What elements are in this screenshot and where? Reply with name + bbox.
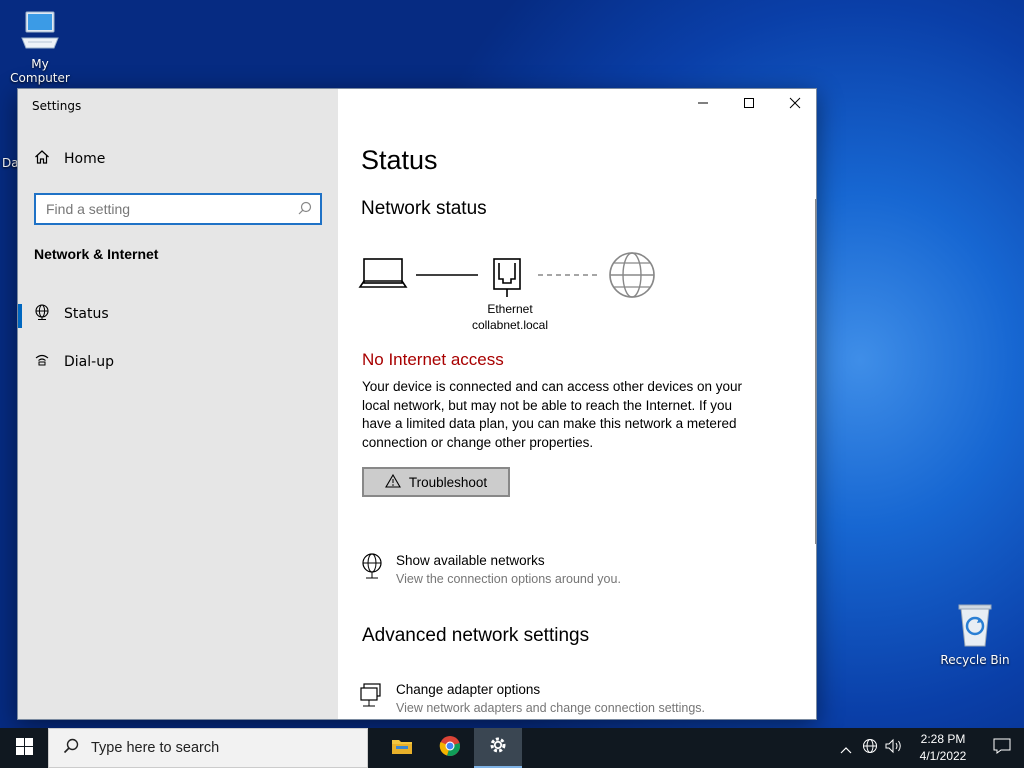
warning-icon bbox=[384, 473, 401, 491]
internet-globe-icon bbox=[609, 252, 655, 298]
volume-tray-button[interactable] bbox=[882, 728, 906, 768]
network-tray-button[interactable] bbox=[858, 728, 882, 768]
chevron-up-icon bbox=[840, 739, 852, 758]
ethernet-icon bbox=[493, 258, 521, 297]
sidebar: Settings Home Network & Internet Status bbox=[18, 89, 338, 719]
network-name: collabnet.local bbox=[471, 318, 549, 332]
settings-window: Settings Home Network & Internet Status bbox=[17, 88, 817, 720]
windows-logo-icon bbox=[15, 737, 33, 759]
recycle-bin-icon bbox=[953, 604, 997, 651]
settings-icon bbox=[488, 735, 508, 759]
taskbar-settings[interactable] bbox=[474, 728, 522, 768]
dialup-icon bbox=[34, 352, 50, 372]
content-scrollbar[interactable] bbox=[815, 199, 816, 544]
status-description: Your device is connected and can access … bbox=[362, 379, 742, 450]
globe-icon bbox=[34, 304, 50, 324]
close-icon bbox=[789, 97, 801, 113]
taskbar-file-explorer[interactable] bbox=[378, 728, 426, 768]
link-subtitle: View network adapters and change connect… bbox=[396, 701, 705, 715]
laptop-icon bbox=[358, 258, 408, 288]
action-center-button[interactable] bbox=[980, 728, 1024, 768]
desktop-icon-label: Recycle Bin bbox=[940, 653, 1010, 667]
search-icon bbox=[63, 738, 79, 758]
desktop-icon-recycle-bin[interactable]: Recycle Bin bbox=[935, 602, 1015, 667]
search-input[interactable] bbox=[46, 201, 298, 217]
desktop-icon-label: My Computer bbox=[10, 57, 70, 85]
system-tray: 2:28 PM 4/1/2022 bbox=[834, 728, 1024, 768]
home-icon bbox=[34, 149, 50, 169]
window-title: Settings bbox=[32, 99, 82, 113]
link-subtitle: View the connection options around you. bbox=[396, 572, 621, 586]
link-title: Change adapter options bbox=[396, 682, 541, 697]
adapter-icon bbox=[360, 682, 384, 715]
network-globe-icon bbox=[862, 738, 878, 758]
sidebar-item-label: Status bbox=[64, 306, 109, 322]
maximize-icon bbox=[743, 97, 755, 113]
page-title: Status bbox=[361, 145, 438, 175]
link-title: Show available networks bbox=[396, 553, 545, 568]
connection-alert: No Internet access bbox=[362, 350, 504, 369]
advanced-settings-heading: Advanced network settings bbox=[362, 625, 590, 646]
taskbar-chrome[interactable] bbox=[426, 728, 474, 768]
show-hidden-icons-button[interactable] bbox=[834, 728, 858, 768]
sidebar-item-label: Dial-up bbox=[64, 354, 114, 370]
taskbar: Type here to search 2:28 PM 4/1/2022 bbox=[0, 728, 1024, 768]
adapter-name: Ethernet bbox=[487, 302, 533, 316]
maximize-button[interactable] bbox=[726, 89, 772, 121]
clock-time: 2:28 PM bbox=[920, 732, 966, 746]
close-button[interactable] bbox=[772, 89, 816, 121]
section-title: Network & Internet bbox=[34, 246, 159, 262]
file-explorer-icon bbox=[391, 737, 413, 759]
sidebar-item-status[interactable]: Status bbox=[18, 294, 338, 334]
sidebar-item-dial-up[interactable]: Dial-up bbox=[18, 342, 338, 382]
clock-date: 4/1/2022 bbox=[919, 749, 967, 763]
speaker-icon bbox=[885, 738, 903, 758]
change-adapter-options-link[interactable]: Change adapter options View network adap… bbox=[360, 682, 705, 715]
adapter-label: Ethernet collabnet.local bbox=[460, 301, 560, 333]
content-pane: Status Network status Ethernet collabnet… bbox=[338, 89, 816, 719]
notification-icon bbox=[993, 738, 1011, 758]
desktop-icon-my-computer[interactable]: My Computer bbox=[0, 8, 80, 85]
taskbar-search-box[interactable]: Type here to search bbox=[48, 728, 368, 768]
minimize-icon bbox=[697, 97, 709, 113]
chrome-icon bbox=[439, 735, 461, 761]
show-available-networks-link[interactable]: Show available networks View the connect… bbox=[360, 553, 621, 586]
taskbar-search-placeholder: Type here to search bbox=[91, 740, 220, 756]
search-icon bbox=[298, 200, 312, 219]
start-button[interactable] bbox=[0, 728, 48, 768]
settings-search-box[interactable] bbox=[34, 193, 322, 225]
taskbar-clock[interactable]: 2:28 PM 4/1/2022 bbox=[906, 731, 980, 765]
network-globe-icon bbox=[360, 553, 384, 586]
computer-icon bbox=[18, 11, 62, 55]
caption-buttons bbox=[680, 89, 816, 121]
network-status-heading: Network status bbox=[361, 198, 487, 219]
minimize-button[interactable] bbox=[680, 89, 726, 121]
troubleshoot-button[interactable]: Troubleshoot bbox=[362, 467, 510, 497]
nav-home-label: Home bbox=[64, 151, 106, 167]
troubleshoot-label: Troubleshoot bbox=[408, 474, 488, 490]
nav-home[interactable]: Home bbox=[34, 149, 105, 169]
